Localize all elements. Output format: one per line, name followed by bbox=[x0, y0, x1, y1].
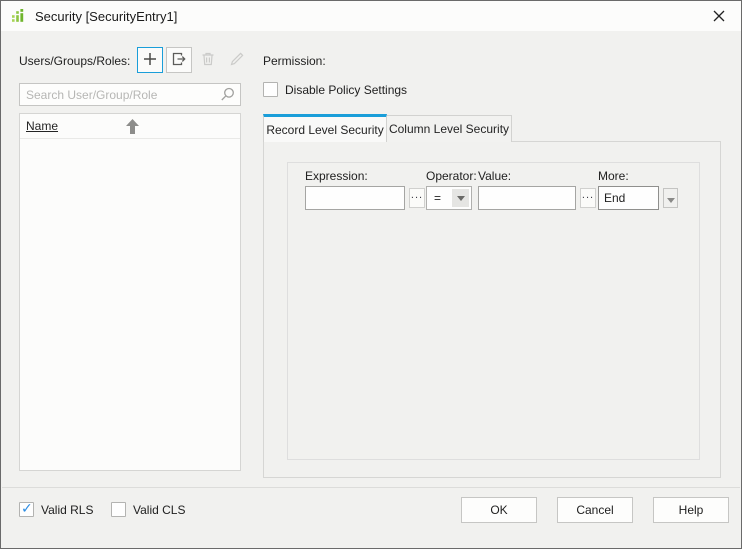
more-field[interactable] bbox=[598, 186, 659, 210]
tab-record-level-security[interactable]: Record Level Security bbox=[263, 114, 387, 142]
users-toolbar bbox=[137, 47, 250, 73]
name-column-header[interactable]: Name bbox=[26, 119, 58, 133]
disable-policy-checkbox[interactable]: Disable Policy Settings bbox=[263, 82, 407, 97]
edit-user-button[interactable] bbox=[224, 47, 250, 73]
expression-label: Expression: bbox=[305, 169, 368, 183]
operator-value: = bbox=[434, 191, 442, 205]
trash-icon bbox=[200, 51, 216, 70]
value-input[interactable] bbox=[478, 186, 576, 210]
valid-rls-checkbox[interactable]: Valid RLS bbox=[19, 500, 94, 517]
sort-ascending-icon[interactable] bbox=[126, 119, 139, 139]
close-icon[interactable] bbox=[703, 3, 735, 29]
disable-policy-label: Disable Policy Settings bbox=[285, 82, 408, 97]
add-user-button[interactable] bbox=[137, 47, 163, 73]
rls-condition-group: Expression: ... Operator: = Value: ... M… bbox=[287, 162, 700, 460]
cancel-button[interactable]: Cancel bbox=[557, 497, 633, 523]
more-chevron-down-icon bbox=[666, 191, 675, 206]
tab-bar: Record Level Security Column Level Secur… bbox=[263, 114, 512, 142]
users-list-body[interactable] bbox=[20, 139, 240, 470]
import-icon bbox=[171, 51, 187, 70]
valid-cls-label: Valid CLS bbox=[133, 502, 186, 517]
more-label: More: bbox=[598, 169, 629, 183]
search-box bbox=[19, 83, 241, 106]
titlebar: Security [SecurityEntry1] bbox=[1, 1, 741, 31]
tab-column-level-security[interactable]: Column Level Security bbox=[387, 115, 512, 142]
expression-input[interactable] bbox=[305, 186, 405, 210]
window-title: Security [SecurityEntry1] bbox=[35, 8, 178, 24]
permission-label: Permission: bbox=[263, 54, 326, 68]
more-dropdown-button[interactable] bbox=[663, 188, 678, 208]
help-button[interactable]: Help bbox=[653, 497, 729, 523]
delete-user-button[interactable] bbox=[195, 47, 221, 73]
search-input[interactable] bbox=[20, 87, 218, 102]
plus-icon bbox=[142, 51, 158, 70]
ok-button[interactable]: OK bbox=[461, 497, 537, 523]
operator-label: Operator: bbox=[426, 169, 477, 183]
value-browse-button[interactable]: ... bbox=[580, 188, 596, 208]
expression-browse-button[interactable]: ... bbox=[409, 188, 425, 208]
valid-rls-checkbox-box[interactable] bbox=[19, 500, 34, 517]
dialog-button-row: OK Cancel Help bbox=[461, 497, 729, 523]
footer-divider bbox=[2, 487, 740, 488]
value-label: Value: bbox=[478, 169, 512, 183]
pencil-icon bbox=[229, 51, 245, 70]
list-header: Name bbox=[20, 114, 240, 139]
users-groups-roles-label: Users/Groups/Roles: bbox=[19, 54, 131, 68]
app-logo-icon bbox=[11, 8, 27, 24]
record-level-security-panel: Expression: ... Operator: = Value: ... M… bbox=[263, 141, 721, 478]
operator-chevron-down-icon bbox=[452, 189, 469, 207]
valid-rls-label: Valid RLS bbox=[41, 502, 94, 517]
operator-dropdown[interactable]: = bbox=[426, 186, 472, 210]
import-user-button[interactable] bbox=[166, 47, 192, 73]
search-icon bbox=[218, 87, 236, 103]
disable-policy-checkbox-box[interactable] bbox=[263, 82, 278, 97]
valid-cls-checkbox-box[interactable] bbox=[111, 502, 126, 517]
users-list-panel[interactable]: Name bbox=[19, 113, 241, 471]
valid-cls-checkbox[interactable]: Valid CLS bbox=[111, 502, 185, 517]
security-dialog: Security [SecurityEntry1] Users/Groups/R… bbox=[0, 0, 742, 549]
